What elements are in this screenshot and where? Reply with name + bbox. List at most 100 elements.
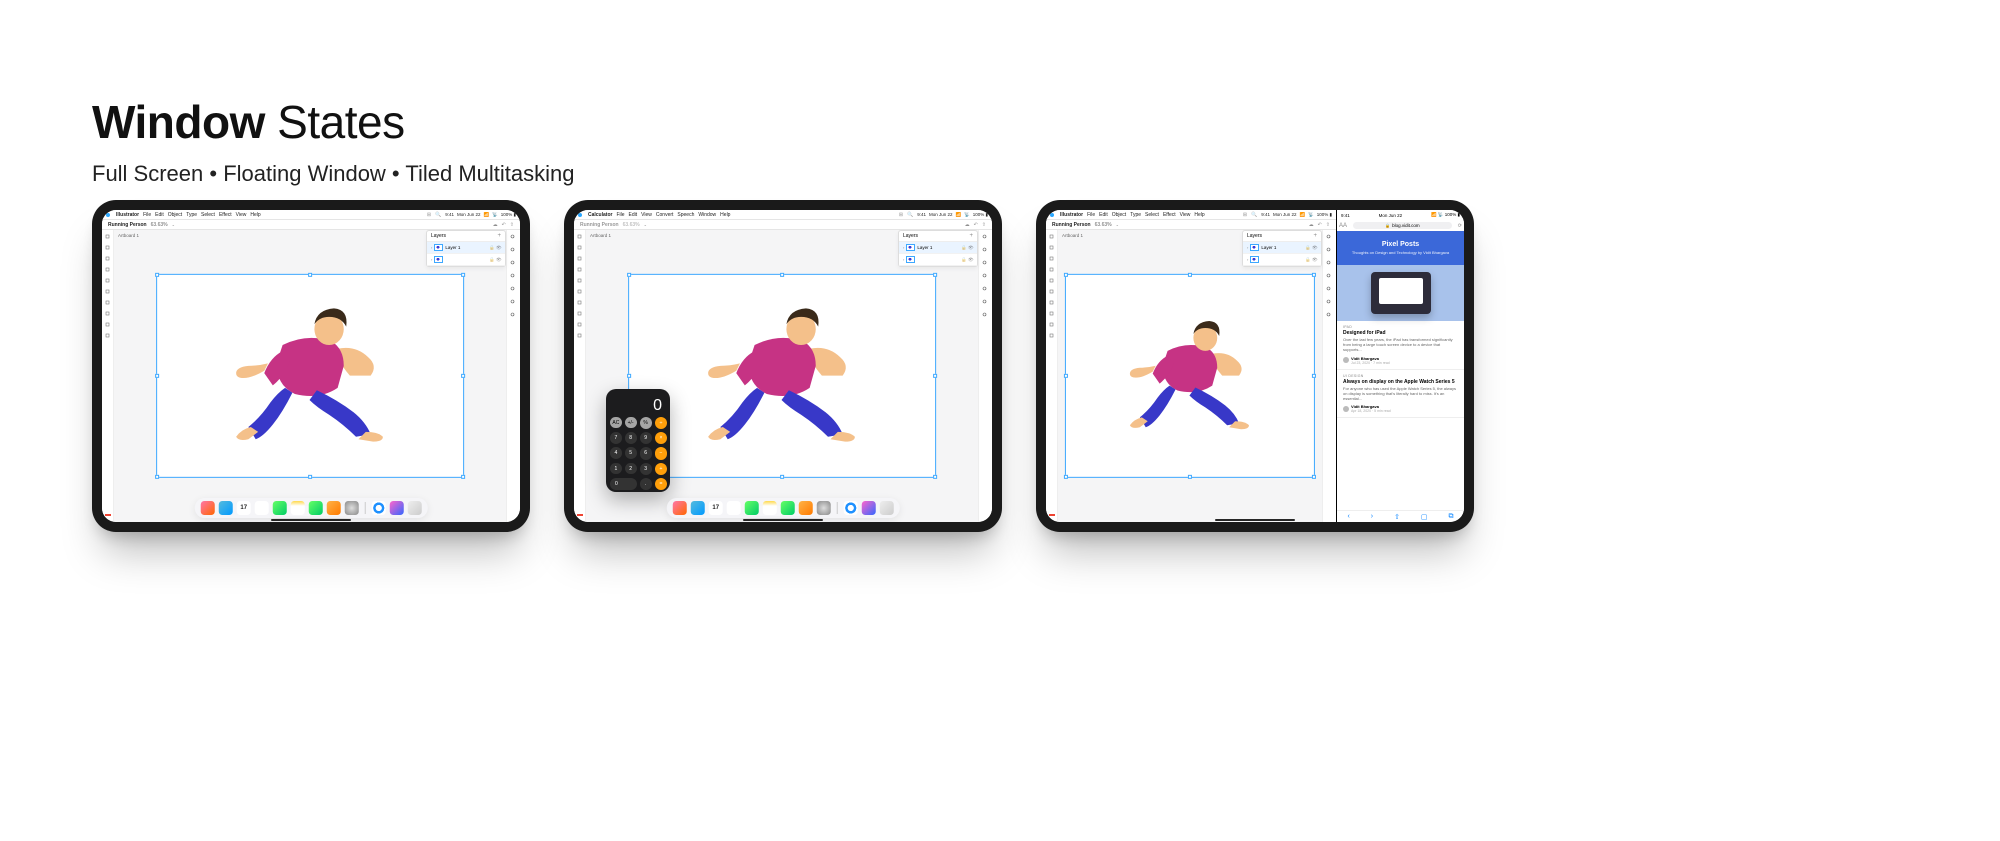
- panel-brushes-icon[interactable]: [510, 273, 517, 280]
- menu-edit[interactable]: Edit: [629, 212, 638, 218]
- share-icon[interactable]: ⇧: [982, 222, 986, 228]
- calc-key-3[interactable]: 3: [640, 463, 652, 475]
- selection-handle[interactable]: [1064, 374, 1068, 378]
- menu-view[interactable]: View: [641, 212, 652, 218]
- multitask-icon[interactable]: ⊞: [1243, 212, 1247, 218]
- dock-app-calendar[interactable]: 17: [237, 501, 251, 515]
- canvas[interactable]: [114, 241, 506, 522]
- calculator-window[interactable]: 0 AC+/-%÷789×456−123+0.=: [606, 389, 670, 492]
- calc-key-4[interactable]: 4: [610, 447, 622, 459]
- selection-handle[interactable]: [308, 475, 312, 479]
- cloud-icon[interactable]: ☁︎: [965, 222, 970, 228]
- panel-symbols-icon[interactable]: [510, 286, 517, 293]
- menu-file[interactable]: File: [1087, 212, 1095, 218]
- tool-direct[interactable]: [105, 245, 111, 251]
- url-bar[interactable]: 🔒 blog.vidit.com: [1353, 222, 1452, 229]
- layer-lock-icon[interactable]: 🔒: [961, 245, 966, 250]
- selection-handle[interactable]: [461, 475, 465, 479]
- panel-swatches-icon[interactable]: [510, 260, 517, 267]
- calc-key-8[interactable]: 8: [625, 432, 637, 444]
- selection-handle[interactable]: [627, 273, 631, 277]
- dock-app-settings[interactable]: [345, 501, 359, 515]
- calc-key-1[interactable]: 1: [610, 463, 622, 475]
- panel-brushes-icon[interactable]: [1326, 273, 1333, 280]
- add-layer-icon[interactable]: +: [969, 233, 973, 239]
- panel-align-icon[interactable]: [510, 299, 517, 306]
- calc-key-−[interactable]: −: [655, 447, 667, 459]
- layer-lock-icon[interactable]: 🔒: [961, 257, 966, 262]
- zoom-chevron-icon[interactable]: ⌄: [172, 222, 175, 227]
- dock-app-messages[interactable]: [781, 501, 795, 515]
- add-layer-icon[interactable]: +: [1313, 233, 1317, 239]
- menu-type[interactable]: Type: [1130, 212, 1141, 218]
- calc-key-2[interactable]: 2: [625, 463, 637, 475]
- calc-key-5[interactable]: 5: [625, 447, 637, 459]
- panel-layers-icon[interactable]: [1326, 247, 1333, 254]
- menu-object[interactable]: Object: [1112, 212, 1126, 218]
- multitask-icon[interactable]: ⊞: [899, 212, 903, 218]
- selection-handle[interactable]: [933, 273, 937, 277]
- tool-rect[interactable]: [105, 278, 111, 284]
- layer-visibility-icon[interactable]: 👁: [1312, 245, 1317, 250]
- artboard[interactable]: [157, 275, 463, 477]
- menu-file[interactable]: File: [143, 212, 151, 218]
- zoom-level[interactable]: 63.63%: [151, 222, 168, 228]
- dock-app-notes[interactable]: [763, 501, 777, 515]
- panel-symbols-icon[interactable]: [982, 286, 989, 293]
- undo-icon[interactable]: ↶: [502, 222, 506, 228]
- share-icon[interactable]: ⇧: [510, 222, 514, 228]
- tool-direct[interactable]: [1049, 245, 1055, 251]
- panel-brushes-icon[interactable]: [982, 273, 989, 280]
- dock-app-books[interactable]: [327, 501, 341, 515]
- layer-lock-icon[interactable]: 🔒: [1305, 257, 1310, 262]
- running-person-art[interactable]: [693, 290, 870, 455]
- panel-align-icon[interactable]: [982, 299, 989, 306]
- tool-rect[interactable]: [1049, 278, 1055, 284]
- cloud-icon[interactable]: ☁︎: [493, 222, 498, 228]
- search-icon[interactable]: 🔍: [907, 212, 913, 218]
- color-swatch[interactable]: [1049, 514, 1055, 516]
- tool-pen[interactable]: [105, 256, 111, 262]
- window-traffic-light[interactable]: [578, 213, 582, 217]
- menu-file[interactable]: File: [616, 212, 624, 218]
- tool-erase[interactable]: [1049, 311, 1055, 317]
- calc-key-+/-[interactable]: +/-: [625, 417, 637, 429]
- layers-panel[interactable]: Layers+›Layer 1🔒👁›🔒👁: [426, 230, 506, 267]
- calc-key-=[interactable]: =: [655, 478, 667, 490]
- tool-erase[interactable]: [577, 311, 583, 317]
- calc-key-AC[interactable]: AC: [610, 417, 622, 429]
- menu-view[interactable]: View: [236, 212, 247, 218]
- calc-key-÷[interactable]: ÷: [655, 417, 667, 429]
- menu-effect[interactable]: Effect: [219, 212, 232, 218]
- layer-expand-icon[interactable]: ›: [903, 245, 904, 250]
- tool-ellipse[interactable]: [577, 289, 583, 295]
- tool-eyedrop[interactable]: [105, 333, 111, 339]
- layer-lock-icon[interactable]: 🔒: [1305, 245, 1310, 250]
- selection-handle[interactable]: [933, 374, 937, 378]
- color-swatch[interactable]: [105, 514, 111, 516]
- dock-recent-safari[interactable]: [371, 501, 385, 515]
- panel-swatches-icon[interactable]: [1326, 260, 1333, 267]
- panel-properties-icon[interactable]: [510, 234, 517, 241]
- dock-recent-shortcuts[interactable]: [389, 501, 403, 515]
- undo-icon[interactable]: ↶: [1318, 222, 1322, 228]
- tool-ellipse[interactable]: [105, 289, 111, 295]
- zoom-chevron-icon[interactable]: ⌄: [644, 222, 647, 227]
- tool-select[interactable]: [105, 234, 111, 240]
- dock-app-notes[interactable]: [291, 501, 305, 515]
- running-person-art[interactable]: [1118, 306, 1262, 440]
- share-icon[interactable]: ⇧: [1326, 222, 1330, 228]
- selection-handle[interactable]: [1312, 374, 1316, 378]
- panel-properties-icon[interactable]: [1326, 234, 1333, 241]
- layer-expand-icon[interactable]: ›: [1247, 245, 1248, 250]
- menu-help[interactable]: Help: [1194, 212, 1204, 218]
- search-icon[interactable]: 🔍: [435, 212, 441, 218]
- dock-app-reminders[interactable]: [255, 501, 269, 515]
- layer-visibility-icon[interactable]: 👁: [496, 245, 501, 250]
- menu-help[interactable]: Help: [250, 212, 260, 218]
- artboard[interactable]: [1066, 275, 1314, 477]
- tool-brush[interactable]: [577, 300, 583, 306]
- dock-app-facetime[interactable]: [745, 501, 759, 515]
- panel-symbols-icon[interactable]: [1326, 286, 1333, 293]
- menu-speech[interactable]: Speech: [677, 212, 694, 218]
